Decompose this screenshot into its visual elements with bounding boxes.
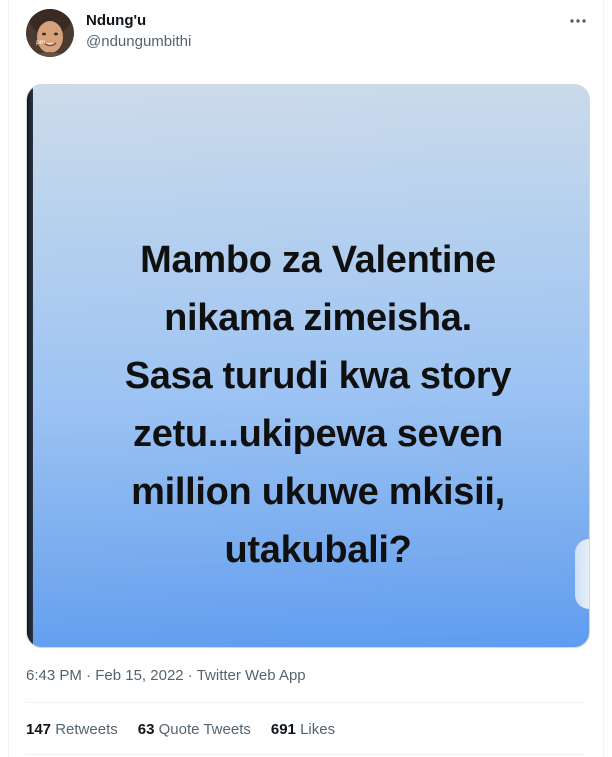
image-text-line: nikama zimeisha.	[164, 297, 472, 339]
image-text-line: utakubali?	[224, 529, 412, 571]
more-options-button[interactable]	[563, 10, 593, 32]
retweets-stat[interactable]: 147 Retweets	[26, 721, 118, 738]
retweets-label: Retweets	[55, 721, 118, 738]
tweet-card: pm Ndung'u @ndungumbithi Mambo za Valent…	[8, 0, 604, 757]
image-caption-text: Mambo za Valentine nikama zimeisha. Sasa…	[67, 231, 569, 579]
tweet-time[interactable]: 6:43 PM	[26, 667, 82, 684]
avatar-photo: pm	[26, 9, 74, 57]
tweet-source[interactable]: Twitter Web App	[197, 667, 306, 684]
quote-tweets-count: 63	[137, 721, 155, 738]
meta-separator: ·	[86, 667, 92, 684]
image-text-line: Sasa turudi kwa story	[124, 355, 512, 397]
quote-tweets-label: Quote Tweets	[158, 721, 251, 738]
retweets-count: 147	[26, 721, 52, 738]
meta-separator: ·	[187, 667, 193, 684]
more-horizontal-icon	[570, 19, 586, 23]
quote-tweets-stat[interactable]: 63 Quote Tweets	[138, 721, 251, 738]
engagement-stats: 147 Retweets 63 Quote Tweets 691 Likes	[26, 721, 335, 738]
tweet-metadata: 6:43 PM · Feb 15, 2022 · Twitter Web App	[26, 667, 306, 684]
image-text-line: Mambo za Valentine	[140, 239, 496, 281]
tweet-image[interactable]: Mambo za Valentine nikama zimeisha. Sasa…	[26, 84, 590, 648]
image-text-line: zetu...ukipewa seven	[133, 413, 503, 455]
divider-bottom	[26, 754, 586, 755]
author-display-name[interactable]: Ndung'u	[86, 12, 146, 29]
image-text-line: million ukuwe mkisii,	[131, 471, 505, 513]
tweet-date[interactable]: Feb 15, 2022	[95, 667, 183, 684]
likes-stat[interactable]: 691 Likes	[271, 721, 335, 738]
author-handle[interactable]: @ndungumbithi	[86, 33, 191, 50]
avatar-overlay-text: pm	[36, 39, 46, 46]
image-page-curl	[575, 539, 589, 609]
divider-top	[26, 702, 586, 703]
avatar[interactable]: pm	[26, 9, 74, 57]
likes-label: Likes	[300, 721, 336, 738]
likes-count: 691	[270, 721, 296, 738]
image-dark-edge	[27, 85, 33, 647]
